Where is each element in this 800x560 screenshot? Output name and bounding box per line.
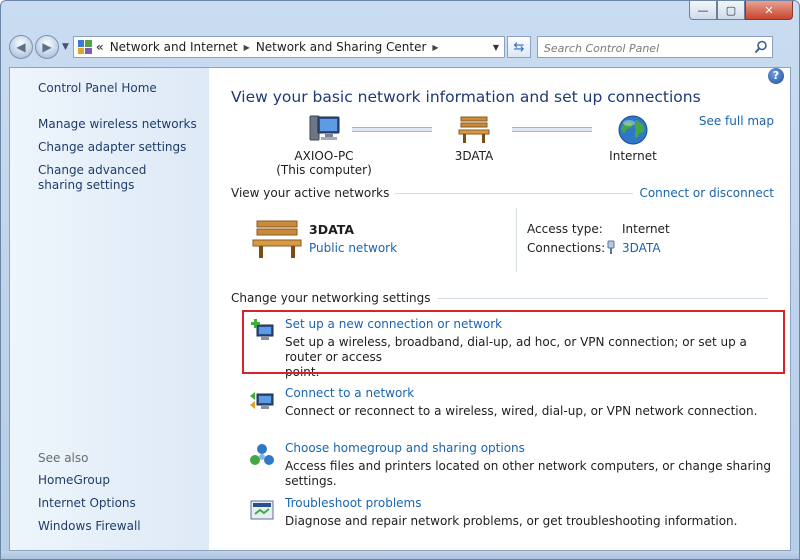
refresh-button[interactable]: ⇆ — [506, 36, 531, 58]
map-node-computer-name: AXIOO-PC — [294, 149, 354, 163]
sidebar-item-change-advanced-sharing-settings[interactable]: Change advanced sharing settings — [38, 163, 188, 193]
breadcrumb-history-glyph: « — [95, 40, 104, 54]
breadcrumb-network-and-internet[interactable]: Network and Internet — [110, 40, 238, 54]
caption-buttons: — ▢ ✕ — [689, 1, 793, 20]
map-node-computer-caption: (This computer) — [276, 163, 372, 177]
homegroup-sharing-description: Access files and printers located on oth… — [285, 459, 771, 488]
search-box[interactable] — [536, 36, 773, 58]
page-title: View your basic network information and … — [231, 88, 701, 106]
breadcrumb-separator-icon[interactable]: ▶ — [244, 43, 250, 52]
address-dropdown-icon[interactable]: ▼ — [488, 43, 504, 52]
search-icon[interactable] — [754, 40, 768, 54]
connect-to-network-link[interactable]: Connect to a network — [285, 386, 414, 400]
section-divider — [395, 192, 634, 194]
task-homegroup-sharing: Choose homegroup and sharing options Acc… — [231, 441, 774, 488]
public-network-bench-icon[interactable] — [251, 217, 303, 259]
connect-network-icon — [250, 392, 274, 409]
back-button[interactable]: ◀ — [9, 35, 33, 59]
active-networks-section: View your active networks Connect or dis… — [231, 186, 774, 200]
see-full-map-link[interactable]: See full map — [699, 114, 774, 128]
troubleshoot-description: Diagnose and repair network problems, or… — [285, 514, 738, 528]
refresh-icon: ⇆ — [513, 39, 525, 55]
help-icon[interactable]: ? — [768, 68, 784, 84]
sidebar-item-homegroup[interactable]: HomeGroup — [38, 473, 110, 488]
highlight-box — [242, 310, 785, 374]
control-panel-icon — [77, 40, 92, 54]
vertical-divider — [516, 208, 517, 272]
maximize-button[interactable]: ▢ — [717, 1, 745, 20]
recent-pages-dropdown-icon[interactable]: ▼ — [62, 42, 69, 52]
address-bar[interactable]: « Network and Internet ▶ Network and Sha… — [72, 36, 505, 58]
breadcrumb-network-and-sharing-center[interactable]: Network and Sharing Center — [256, 40, 427, 54]
bench-icon — [458, 116, 490, 143]
map-connection-line — [512, 127, 592, 132]
sidebar: Control Panel Home Manage wireless netwo… — [10, 68, 209, 550]
connections-label: Connections: — [527, 241, 606, 255]
sidebar-item-windows-firewall[interactable]: Windows Firewall — [38, 519, 141, 534]
search-input[interactable] — [541, 38, 746, 58]
sidebar-item-internet-options[interactable]: Internet Options — [38, 496, 136, 511]
map-node-internet[interactable]: Internet — [603, 114, 663, 163]
window-frame-bottom — [1, 551, 799, 559]
see-also-heading: See also — [38, 451, 89, 465]
connections-value-link[interactable]: 3DATA — [622, 241, 661, 255]
ethernet-connection-icon — [607, 240, 615, 254]
network-type-link[interactable]: Public network — [309, 241, 397, 255]
map-node-computer[interactable]: AXIOO-PC (This computer) — [269, 114, 379, 177]
navigation-bar: ◀ ▶ ▼ « Network and Internet ▶ Network a… — [9, 33, 791, 61]
homegroup-icon — [250, 444, 274, 465]
map-node-3data[interactable]: 3DATA — [439, 114, 509, 163]
troubleshoot-icon — [250, 500, 274, 520]
access-type-label: Access type: — [527, 222, 603, 236]
task-troubleshoot: Troubleshoot problems Diagnose and repai… — [231, 496, 774, 532]
connect-or-disconnect-link[interactable]: Connect or disconnect — [639, 186, 774, 200]
homegroup-sharing-link[interactable]: Choose homegroup and sharing options — [285, 441, 525, 455]
main-panel: ? View your basic network information an… — [209, 68, 790, 550]
content-area: Control Panel Home Manage wireless netwo… — [9, 67, 791, 551]
forward-arrow-icon: ▶ — [42, 40, 52, 54]
access-type-value: Internet — [622, 222, 670, 236]
active-networks-heading: View your active networks — [231, 186, 390, 200]
globe-icon — [618, 115, 648, 145]
networking-settings-heading: Change your networking settings — [231, 291, 431, 305]
breadcrumb-separator-icon[interactable]: ▶ — [432, 43, 438, 52]
connect-to-network-description: Connect or reconnect to a wireless, wire… — [285, 404, 758, 418]
section-divider — [436, 297, 768, 299]
sidebar-item-control-panel-home[interactable]: Control Panel Home — [38, 81, 157, 96]
active-network-name: 3DATA — [309, 222, 355, 237]
back-arrow-icon: ◀ — [16, 40, 26, 54]
minimize-button[interactable]: — — [689, 1, 717, 20]
map-node-internet-name: Internet — [609, 149, 657, 163]
forward-button[interactable]: ▶ — [35, 35, 59, 59]
control-panel-window: — ▢ ✕ ◀ ▶ ▼ « Network and Internet ▶ Net… — [0, 0, 800, 560]
map-connection-line — [352, 127, 432, 132]
troubleshoot-link[interactable]: Troubleshoot problems — [285, 496, 421, 510]
sidebar-item-manage-wireless-networks[interactable]: Manage wireless networks — [38, 117, 197, 132]
task-connect-to-network: Connect to a network Connect or reconnec… — [231, 386, 774, 422]
computer-icon — [309, 115, 340, 141]
map-node-3data-name: 3DATA — [454, 149, 494, 163]
close-button[interactable]: ✕ — [745, 1, 793, 20]
sidebar-item-change-adapter-settings[interactable]: Change adapter settings — [38, 140, 186, 155]
networking-settings-section: Change your networking settings — [231, 291, 774, 305]
